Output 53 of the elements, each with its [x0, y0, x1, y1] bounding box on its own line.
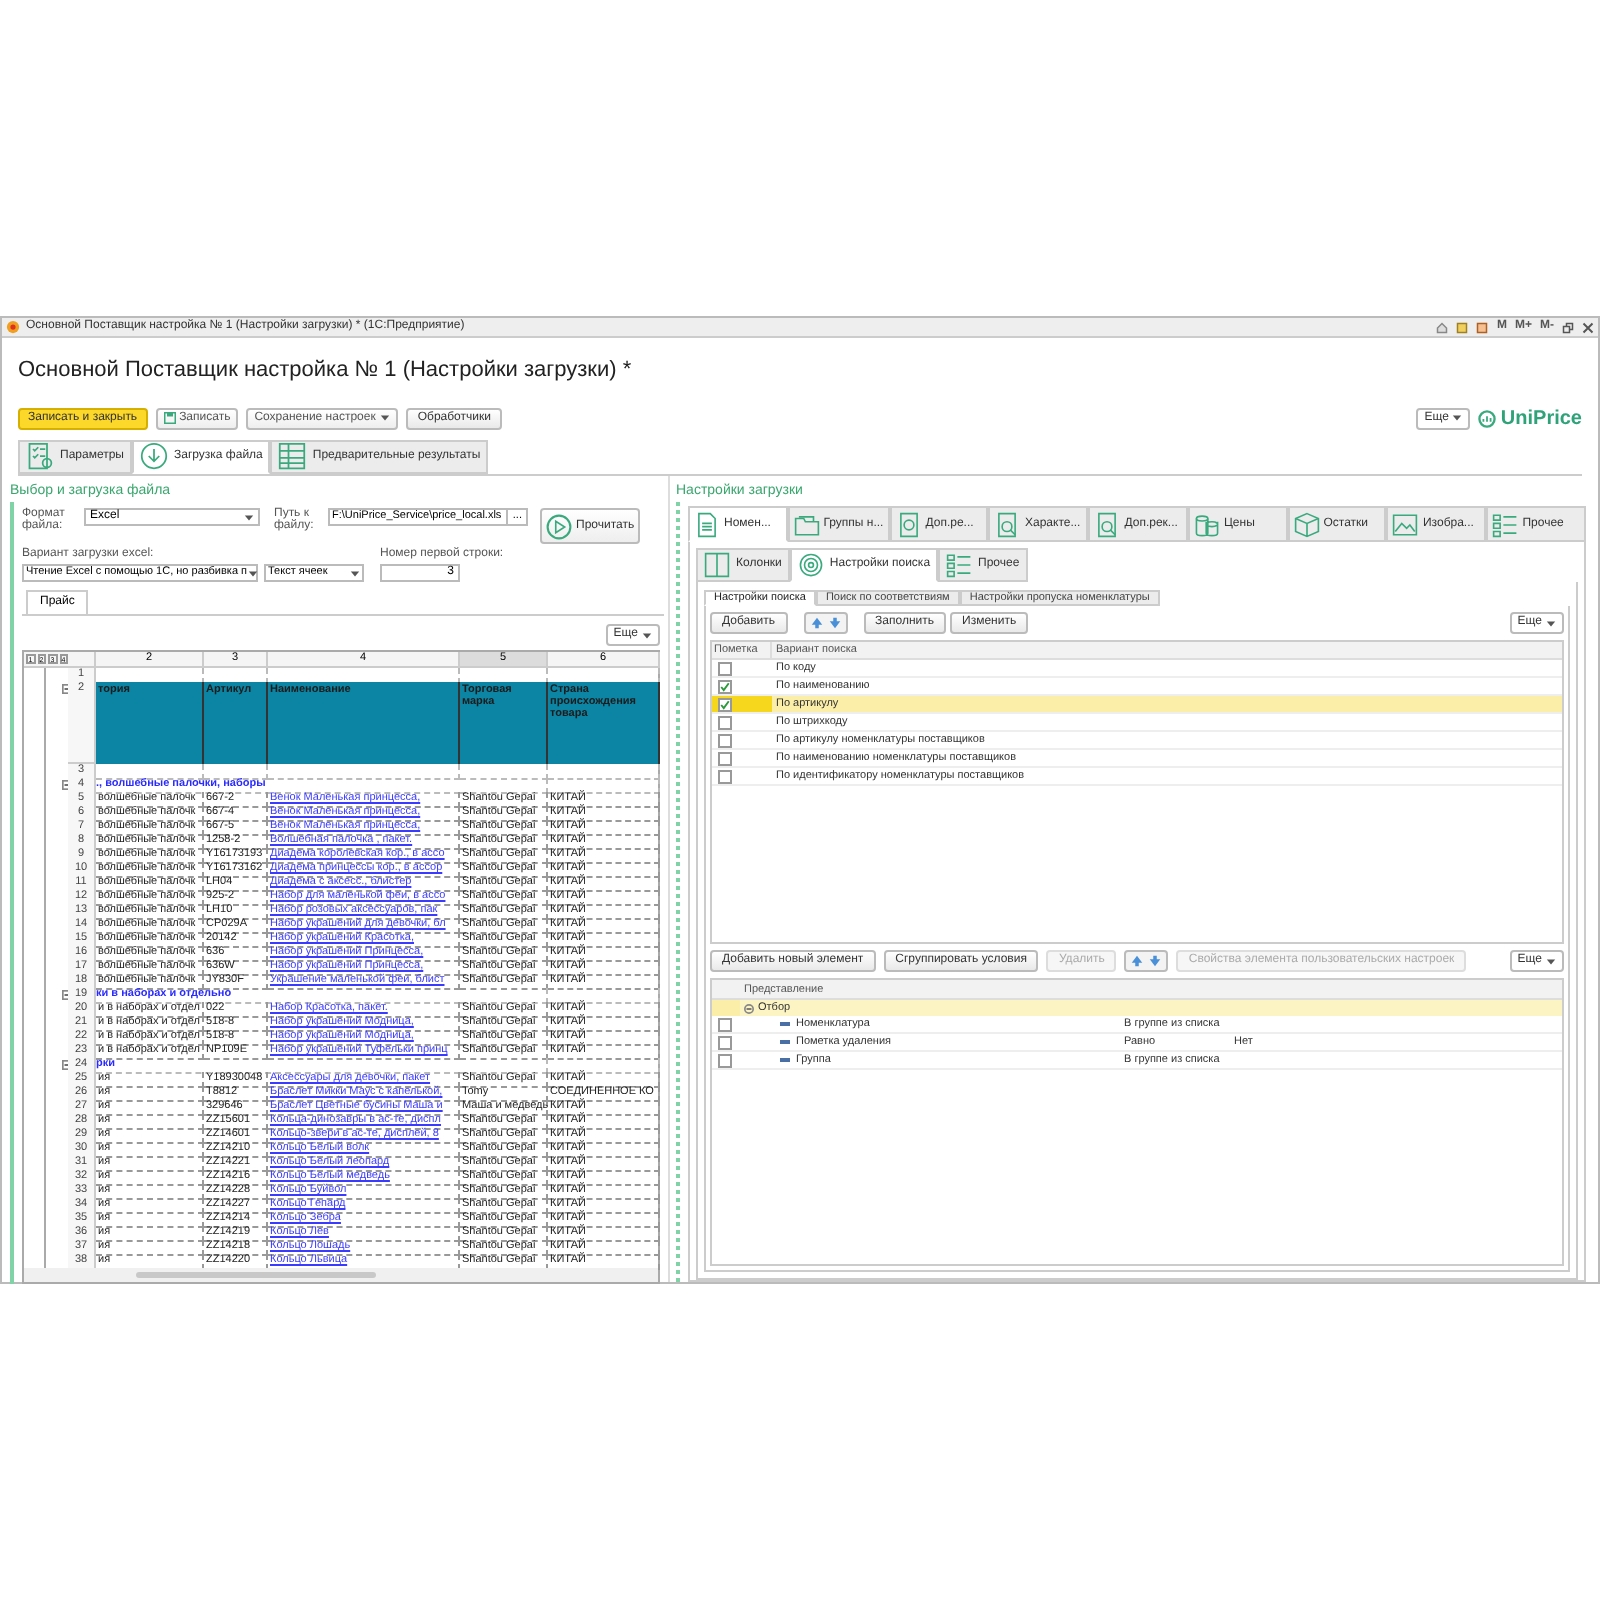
checkbox[interactable]: [718, 769, 732, 783]
form-title: Основной Поставщик настройка № 1 (Настройки загрузки) *: [18, 356, 634, 386]
checkbox[interactable]: [718, 1053, 732, 1067]
notes-icon[interactable]: [1456, 321, 1469, 333]
document-icon: [895, 511, 922, 537]
document-icon: [694, 511, 720, 537]
dash-icon: [780, 1040, 790, 1044]
caret-icon: [244, 513, 254, 521]
play-icon: [546, 513, 572, 539]
columns-icon: [704, 552, 730, 578]
arrow-up-icon[interactable]: [809, 616, 824, 630]
checkbox[interactable]: [718, 751, 732, 765]
table-icon: [278, 442, 307, 470]
checkbox[interactable]: [718, 661, 732, 675]
checkbox[interactable]: [718, 715, 732, 729]
coins-icon: [1193, 511, 1220, 537]
checkbox[interactable]: [718, 697, 732, 711]
checkbox[interactable]: [718, 679, 732, 693]
target-icon: [797, 552, 824, 578]
list-icon: [1492, 511, 1519, 537]
image-icon: [1392, 511, 1419, 537]
caret-icon: [642, 631, 652, 639]
checkbox[interactable]: [718, 1035, 732, 1049]
floppy-icon: [163, 412, 176, 424]
arrow-down-icon[interactable]: [1148, 954, 1163, 968]
home-icon[interactable]: [1436, 321, 1449, 333]
caret-icon: [1546, 957, 1556, 965]
dash-icon: [780, 1022, 790, 1026]
close-icon[interactable]: [1582, 321, 1594, 333]
arrow-down-icon[interactable]: [827, 616, 842, 630]
caret-icon: [1452, 414, 1463, 422]
document-search-icon: [1094, 511, 1121, 537]
checkbox[interactable]: [718, 733, 732, 747]
caret-icon: [1546, 619, 1556, 627]
logo-text: UniPrice: [1500, 405, 1582, 433]
restore-icon[interactable]: [1562, 321, 1574, 333]
list-icon: [946, 552, 973, 578]
calendar-icon[interactable]: [1476, 321, 1489, 333]
arrow-up-icon[interactable]: [1130, 954, 1145, 968]
checklist-icon: [26, 442, 54, 470]
logo-icon: [1478, 409, 1497, 427]
checkbox[interactable]: [718, 1017, 732, 1031]
caret-icon: [350, 569, 360, 577]
caret-icon: [247, 569, 258, 577]
dash-icon: [780, 1058, 790, 1062]
horizontal-scrollbar[interactable]: [24, 1268, 658, 1282]
document-search-icon: [994, 511, 1021, 537]
caret-icon: [379, 414, 390, 422]
collapse-icon[interactable]: [744, 1003, 754, 1013]
folder-icon: [793, 511, 820, 537]
download-icon: [139, 442, 168, 470]
app-logo-icon: [6, 320, 20, 334]
box-icon: [1293, 511, 1320, 537]
